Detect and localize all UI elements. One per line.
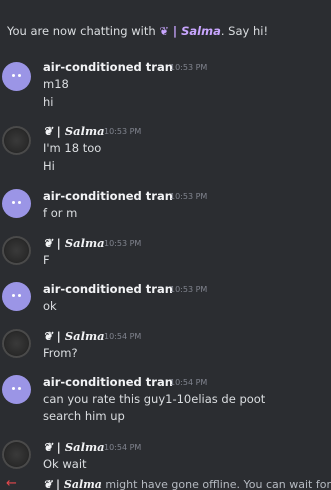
message-text: F xyxy=(43,253,50,267)
avatar[interactable] xyxy=(2,440,31,469)
timestamp: 10:53 PM xyxy=(104,239,142,248)
timestamp: 10:53 PM xyxy=(104,127,142,136)
chat-start-banner: You are now chatting with ❦ | Salma. Say… xyxy=(7,24,268,38)
message-text: f or m xyxy=(43,206,78,220)
author-name[interactable]: air-conditioned tran xyxy=(43,60,173,74)
message-group: air-conditioned tran 10:54 PM can you ra… xyxy=(0,375,331,425)
message-text: m18 xyxy=(43,77,69,91)
avatar[interactable] xyxy=(2,329,31,358)
message-group: ❦ | Salma 10:53 PM I'm 18 too Hi xyxy=(0,124,331,174)
avatar[interactable] xyxy=(2,375,31,404)
banner-suffix: . Say hi! xyxy=(220,24,269,38)
banner-prefix: You are now chatting with xyxy=(7,24,160,38)
avatar[interactable] xyxy=(2,282,31,311)
offline-notice-text: ❦ | Salma might have gone offline. You c… xyxy=(43,478,331,490)
author-name[interactable]: air-conditioned tran xyxy=(43,189,173,203)
message-group: air-conditioned tran 10:53 PM m18 hi xyxy=(0,60,331,110)
author-name[interactable]: ❦ | Salma xyxy=(43,124,105,138)
timestamp: 10:53 PM xyxy=(170,192,208,201)
message-text: I'm 18 too xyxy=(43,141,102,155)
timestamp: 10:54 PM xyxy=(170,378,208,387)
message-text: Ok wait xyxy=(43,457,87,471)
avatar[interactable] xyxy=(2,236,31,265)
offline-notice-message: might have gone offline. You can wait fo… xyxy=(101,478,331,490)
avatar[interactable] xyxy=(2,62,31,91)
author-name[interactable]: air-conditioned tran xyxy=(43,282,173,296)
author-name[interactable]: ❦ | Salma xyxy=(43,236,105,250)
offline-notice: ← ❦ | Salma might have gone offline. You… xyxy=(0,478,331,490)
left-arrow-icon: ← xyxy=(6,478,17,490)
message-text: ok xyxy=(43,299,57,313)
timestamp: 10:54 PM xyxy=(104,332,142,341)
message-group: air-conditioned tran 10:53 PM ok xyxy=(0,282,331,316)
author-name[interactable]: ❦ | Salma xyxy=(43,440,105,454)
message-text: hi xyxy=(43,95,54,109)
avatar[interactable] xyxy=(2,189,31,218)
message-text: can you rate this guy1-10elias de poot xyxy=(43,392,266,406)
message-group: air-conditioned tran 10:53 PM f or m xyxy=(0,189,331,223)
avatar[interactable] xyxy=(2,126,31,155)
message-group: ❦ | Salma 10:54 PM Ok wait xyxy=(0,440,331,474)
message-group: ❦ | Salma 10:53 PM F xyxy=(0,236,331,270)
timestamp: 10:54 PM xyxy=(104,443,142,452)
message-text: From? xyxy=(43,346,78,360)
message-group: ❦ | Salma 10:54 PM From? xyxy=(0,329,331,363)
author-name[interactable]: ❦ | Salma xyxy=(43,329,105,343)
author-name[interactable]: air-conditioned tran xyxy=(43,375,173,389)
message-text: search him up xyxy=(43,409,125,423)
message-text: Hi xyxy=(43,159,55,173)
timestamp: 10:53 PM xyxy=(170,285,208,294)
banner-partner-name[interactable]: ❦ | Salma xyxy=(159,24,221,38)
timestamp: 10:53 PM xyxy=(170,63,208,72)
offline-partner-name[interactable]: ❦ | Salma xyxy=(43,478,102,490)
